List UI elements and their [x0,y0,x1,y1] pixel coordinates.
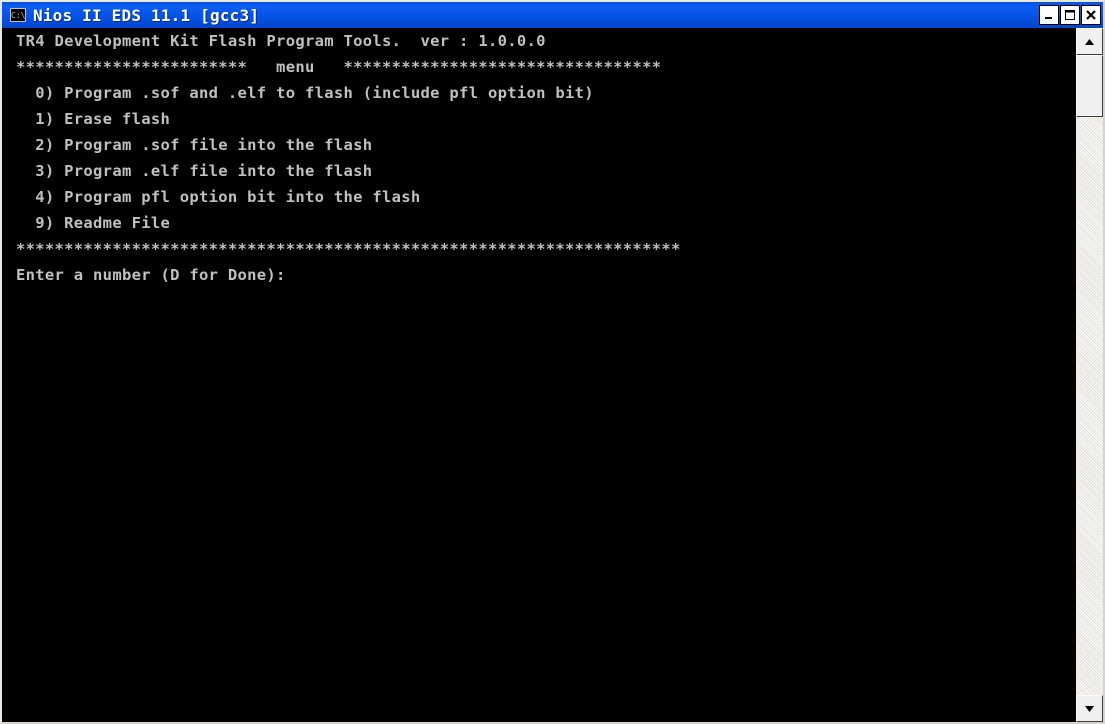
menu-option-1: 1) Erase flash [16,110,171,128]
menu-separator-bottom: ****************************************… [16,240,681,258]
scroll-down-button[interactable] [1076,695,1103,722]
menu-option-2: 2) Program .sof file into the flash [16,136,373,154]
title-bar[interactable]: C:\ Nios II EDS 11.1 [gcc3] [2,2,1103,28]
menu-option-4: 4) Program pfl option bit into the flash [16,188,421,206]
console-app-icon[interactable]: C:\ [10,8,26,22]
close-icon [1086,10,1096,20]
menu-option-0: 0) Program .sof and .elf to flash (inclu… [16,84,594,102]
menu-separator-top: ************************ menu **********… [16,58,662,76]
minimize-icon [1045,17,1052,19]
window-title: Nios II EDS 11.1 [gcc3] [33,5,260,25]
minimize-button[interactable] [1039,5,1059,25]
menu-option-9: 9) Readme File [16,214,171,232]
vertical-scrollbar[interactable] [1076,28,1103,722]
arrow-up-icon [1085,38,1094,45]
maximize-button[interactable] [1060,5,1080,25]
console-output[interactable]: TR4 Development Kit Flash Program Tools.… [2,28,1076,722]
window-controls [1038,5,1101,25]
console-header-line: TR4 Development Kit Flash Program Tools.… [16,32,546,50]
menu-option-3: 3) Program .elf file into the flash [16,162,373,180]
maximize-icon [1065,10,1075,20]
scrollbar-thumb[interactable] [1076,55,1103,117]
scroll-up-button[interactable] [1076,28,1103,55]
input-prompt[interactable]: Enter a number (D for Done): [16,262,286,288]
arrow-down-icon [1085,705,1094,712]
console-window: C:\ Nios II EDS 11.1 [gcc3] TR4 Developm… [0,0,1105,724]
close-button[interactable] [1081,5,1101,25]
